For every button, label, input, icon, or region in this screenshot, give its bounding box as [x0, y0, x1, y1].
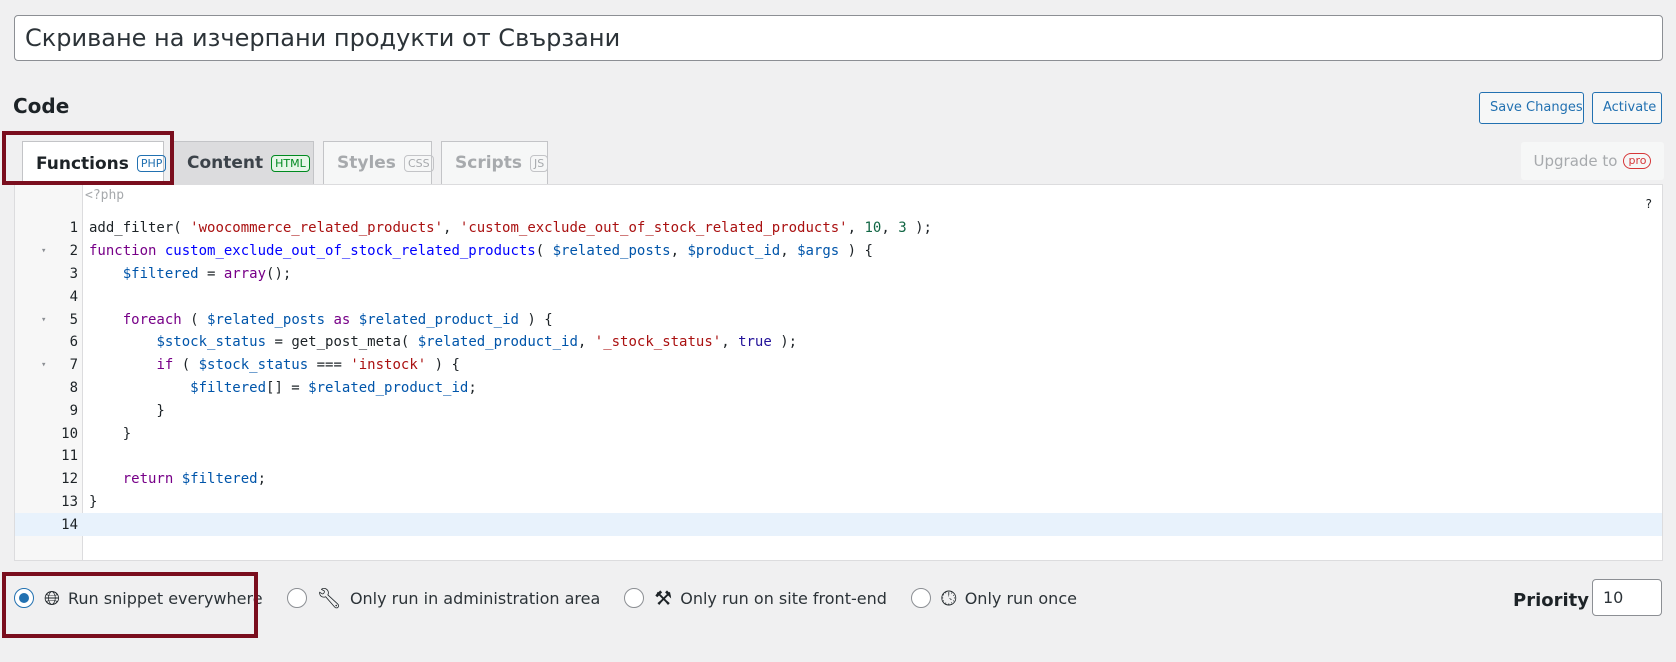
code-line[interactable]: 12 return $filtered;	[15, 468, 1662, 491]
fold-arrow-icon[interactable]: ▾	[41, 246, 46, 256]
tab-content[interactable]: Content HTML	[173, 141, 314, 184]
code-line[interactable]: 7 ▾ if ( $stock_status === 'instock' ) {	[15, 354, 1662, 377]
php-open-tag: <?php	[85, 188, 125, 203]
code-text: foreach ( $related_posts as $related_pro…	[122, 311, 553, 328]
code-text: }	[89, 425, 132, 442]
hammer-icon: ⚒︎	[654, 586, 673, 610]
run-admin-radio[interactable]	[286, 588, 307, 608]
line-number: 13	[61, 493, 78, 510]
code-line[interactable]: 1 add_filter( 'woocommerce_related_produ…	[15, 217, 1662, 240]
run-frontend-radio[interactable]	[624, 588, 645, 608]
code-line[interactable]: 6 $stock_status = get_post_meta( $relate…	[15, 331, 1662, 354]
line-number: 6	[69, 334, 78, 351]
code-line-active[interactable]: 14	[15, 513, 1662, 537]
line-number: 5	[69, 311, 78, 328]
line-number: 3	[69, 265, 78, 282]
code-lines: 1 add_filter( 'woocommerce_related_produ…	[15, 217, 1662, 537]
line-number: 9	[69, 402, 78, 419]
html-badge: HTML	[271, 154, 310, 172]
line-number: 14	[61, 516, 78, 533]
fold-arrow-icon[interactable]: ▾	[41, 360, 46, 370]
line-number: 1	[69, 220, 78, 237]
run-everywhere-radio[interactable]	[14, 588, 34, 608]
run-frontend-option[interactable]: ⚒︎ Only run on site front-end	[624, 586, 887, 610]
priority-input[interactable]	[1592, 579, 1662, 616]
upgrade-to-pro-button[interactable]: Upgrade to pro	[1521, 142, 1664, 180]
code-text: function custom_exclude_out_of_stock_rel…	[89, 243, 873, 260]
run-everywhere-label: Run snippet everywhere	[68, 588, 263, 608]
php-badge: PHP	[136, 155, 167, 172]
run-once-label: Only run once	[964, 588, 1077, 608]
tab-scripts-label: Scripts	[455, 153, 522, 173]
fold-arrow-icon[interactable]: ▾	[41, 315, 46, 325]
globe-icon: 🌐︎	[44, 586, 60, 610]
run-admin-label: Only run in administration area	[349, 588, 601, 608]
code-text: $filtered[] = $related_product_id;	[190, 379, 477, 396]
code-text: if ( $stock_status === 'instock' ) {	[156, 357, 460, 374]
code-line[interactable]: 10 }	[15, 422, 1662, 445]
code-editor[interactable]: <?php ? 1 add_filter( 'woocommerce_relat…	[14, 184, 1663, 561]
wrench-icon: 🔧︎	[316, 586, 342, 610]
priority-label: Priority	[1513, 590, 1589, 611]
run-scope-options: 🌐︎ Run snippet everywhere 🔧︎ Only run in…	[14, 585, 1101, 611]
line-number: 8	[69, 379, 78, 396]
line-number: 7	[69, 357, 78, 374]
snippet-title-input[interactable]	[14, 15, 1663, 61]
tab-styles[interactable]: Styles CSS	[323, 141, 434, 184]
code-text: $filtered = array();	[122, 265, 292, 282]
code-text: $stock_status = get_post_meta( $related_…	[156, 334, 798, 351]
clock-icon: 🕓︎	[940, 586, 957, 610]
code-text: }	[89, 402, 165, 419]
code-text: }	[89, 493, 98, 510]
save-changes-button[interactable]: Save Changes	[1479, 92, 1584, 124]
tab-content-label: Content	[187, 153, 264, 173]
code-text: return $filtered;	[122, 471, 267, 488]
run-admin-option[interactable]: 🔧︎ Only run in administration area	[286, 586, 601, 610]
tab-styles-label: Styles	[337, 153, 396, 173]
editor-help-icon[interactable]: ?	[1646, 197, 1652, 211]
line-number: 11	[61, 448, 78, 465]
tab-functions[interactable]: Functions PHP	[22, 141, 167, 185]
code-text: add_filter( 'woocommerce_related_product…	[89, 220, 932, 237]
code-line[interactable]: 11	[15, 445, 1662, 468]
run-frontend-label: Only run on site front-end	[680, 588, 887, 608]
run-everywhere-option[interactable]: 🌐︎ Run snippet everywhere	[14, 586, 263, 610]
line-number: 2	[69, 243, 78, 260]
activate-button[interactable]: Activate	[1592, 92, 1662, 124]
code-line[interactable]: 13 }	[15, 491, 1662, 514]
line-number: 4	[69, 288, 78, 305]
line-number: 12	[61, 471, 78, 488]
code-line[interactable]: 8 $filtered[] = $related_product_id;	[15, 377, 1662, 400]
run-once-option[interactable]: 🕓︎ Only run once	[910, 586, 1077, 610]
upgrade-label: Upgrade to	[1533, 152, 1618, 170]
code-line[interactable]: 3 $filtered = array();	[15, 263, 1662, 286]
css-badge: CSS	[403, 154, 434, 172]
run-once-radio[interactable]	[910, 588, 931, 608]
tab-functions-label: Functions	[36, 153, 129, 174]
code-section-title: Code	[13, 94, 70, 118]
js-badge: JS	[529, 154, 549, 172]
code-line[interactable]: 5 ▾ foreach ( $related_posts as $related…	[15, 308, 1662, 331]
code-line[interactable]: 9 }	[15, 399, 1662, 422]
pro-badge: pro	[1623, 153, 1652, 169]
line-number: 10	[61, 425, 78, 442]
tab-scripts[interactable]: Scripts JS	[441, 141, 549, 184]
code-line[interactable]: 4	[15, 285, 1662, 308]
code-line[interactable]: 2 ▾ function custom_exclude_out_of_stock…	[15, 240, 1662, 263]
